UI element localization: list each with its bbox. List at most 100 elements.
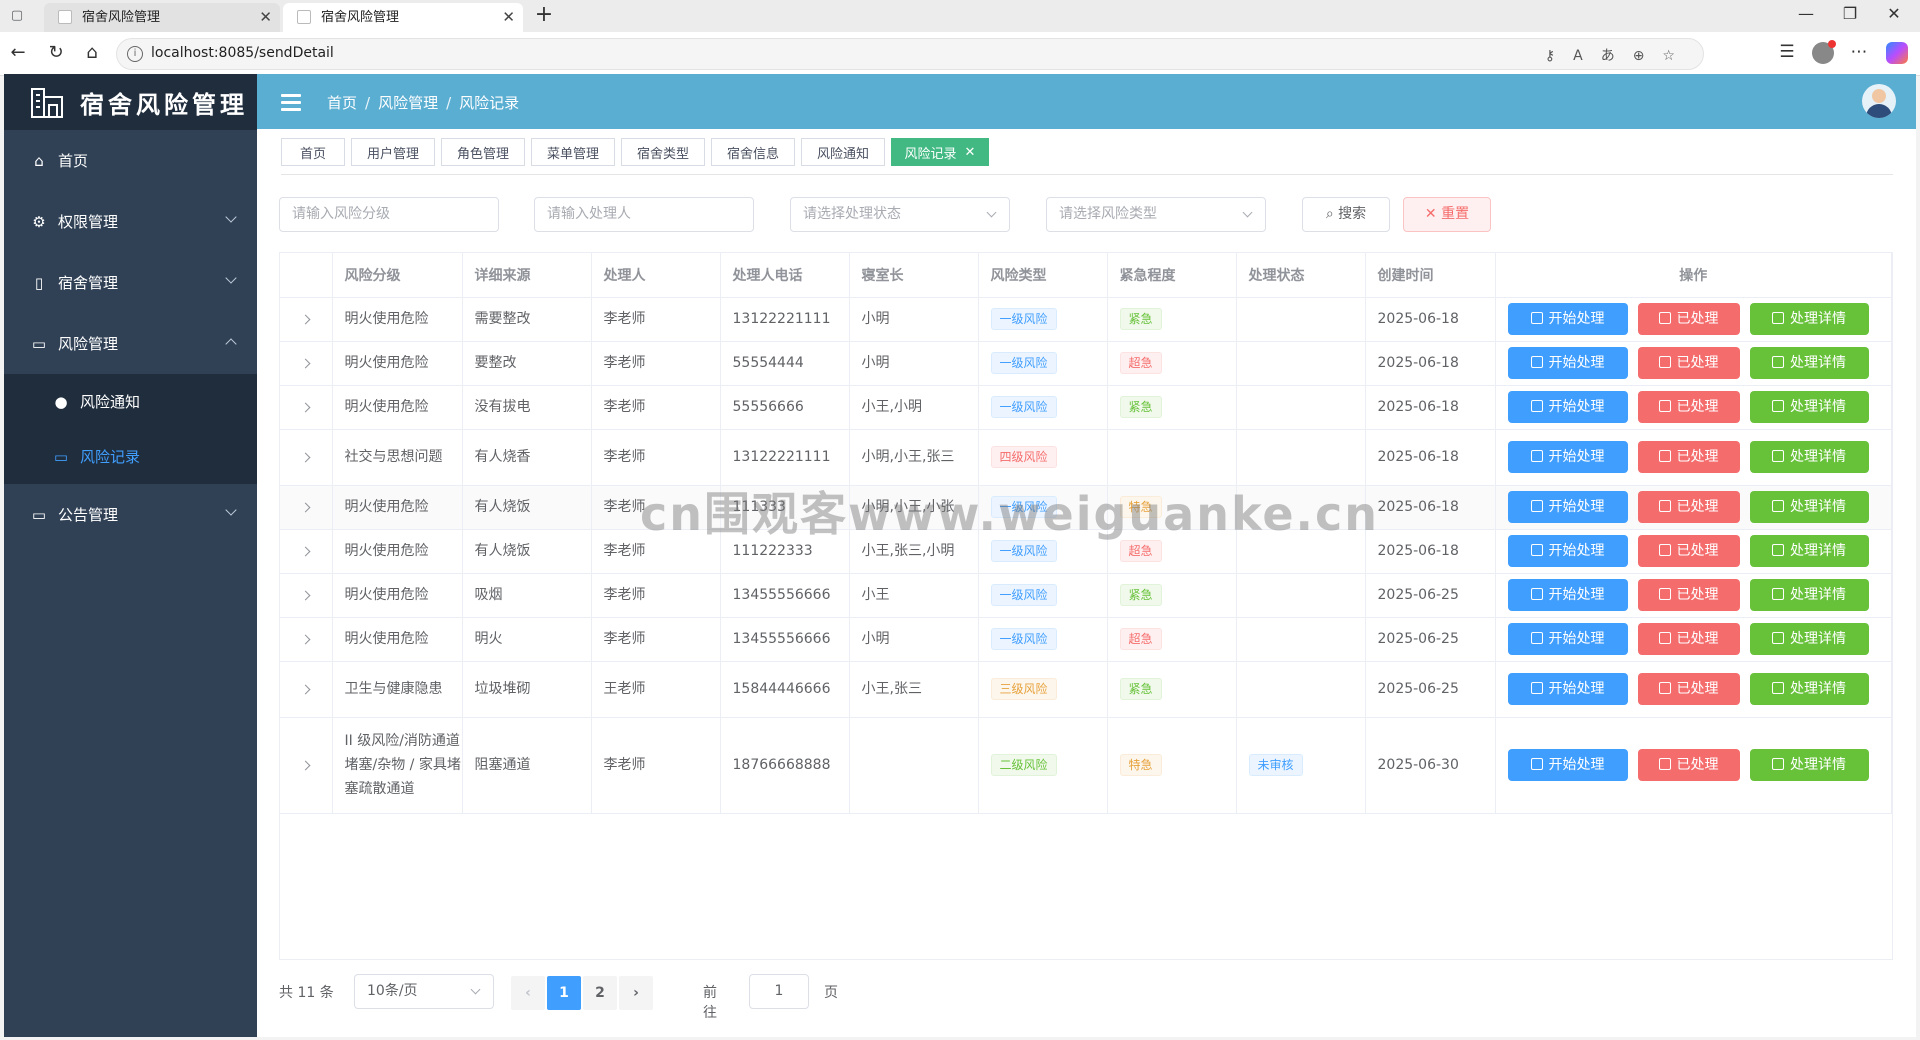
goto-page-input[interactable]: 1: [749, 974, 809, 1009]
tag-user[interactable]: 用户管理: [351, 138, 435, 166]
address-bar-icons[interactable]: ⚷Aあ⊕☆: [1545, 45, 1693, 65]
close-tag-icon[interactable]: ✕: [965, 145, 976, 160]
process-detail-button[interactable]: 处理详情: [1749, 347, 1869, 379]
close-tab-icon[interactable]: ✕: [502, 3, 515, 32]
process-detail-button[interactable]: 处理详情: [1749, 535, 1869, 567]
sidebar-item-home[interactable]: ⌂ 首页: [4, 130, 257, 191]
start-process-button[interactable]: 开始处理: [1507, 303, 1628, 335]
user-avatar[interactable]: [1862, 84, 1896, 118]
home-icon[interactable]: ⌂: [80, 42, 104, 63]
type-select[interactable]: 请选择风险类型: [1046, 197, 1266, 232]
handler-input[interactable]: 请输入处理人: [534, 197, 754, 232]
process-detail-button[interactable]: 处理详情: [1749, 303, 1869, 335]
sidebar-item-announcement[interactable]: ▭ 公告管理: [4, 484, 257, 545]
expand-row-icon[interactable]: [300, 634, 311, 645]
tag-risk-record[interactable]: 风险记录 ✕: [891, 138, 989, 166]
cell-created: 2025-06-18: [1377, 499, 1459, 515]
browser-tab-2[interactable]: 宿舍风险管理 ✕: [283, 3, 523, 32]
new-tab-icon[interactable]: +: [530, 2, 558, 27]
url-field[interactable]: i localhost:8085/sendDetail ⚷Aあ⊕☆: [116, 38, 1704, 70]
expand-row-icon[interactable]: [300, 358, 311, 369]
start-process-button[interactable]: 开始处理: [1507, 347, 1628, 379]
minimize-icon[interactable]: —: [1786, 4, 1826, 23]
start-process-button[interactable]: 开始处理: [1507, 749, 1628, 781]
process-detail-button[interactable]: 处理详情: [1749, 491, 1869, 523]
expand-row-icon[interactable]: [300, 760, 311, 771]
expand-row-icon[interactable]: [300, 684, 311, 695]
processed-button[interactable]: 已处理: [1637, 303, 1740, 335]
tag-home[interactable]: 首页: [281, 138, 345, 166]
risk-type-badge: 一级风险: [990, 628, 1057, 650]
next-page-button[interactable]: ›: [619, 976, 653, 1010]
expand-row-icon[interactable]: [300, 452, 311, 463]
restore-icon[interactable]: ❐: [1830, 4, 1870, 23]
reset-button[interactable]: ✕ 重置: [1403, 197, 1491, 232]
site-info-icon[interactable]: i: [127, 46, 143, 62]
tag-risk-notice[interactable]: 风险通知: [801, 138, 885, 166]
processed-button[interactable]: 已处理: [1637, 579, 1740, 611]
column-header: 操作: [1495, 253, 1892, 298]
expand-row-icon[interactable]: [300, 590, 311, 601]
processed-button[interactable]: 已处理: [1637, 347, 1740, 379]
risk-level-input[interactable]: 请输入风险分级: [279, 197, 499, 232]
expand-row-icon[interactable]: [300, 546, 311, 557]
start-process-button[interactable]: 开始处理: [1507, 579, 1628, 611]
favorites-icon[interactable]: ☰: [1774, 42, 1800, 62]
page-size-select[interactable]: 10条/页: [354, 974, 494, 1009]
copilot-icon[interactable]: [1886, 42, 1908, 64]
start-process-button[interactable]: 开始处理: [1507, 391, 1628, 423]
process-detail-button[interactable]: 处理详情: [1749, 749, 1869, 781]
process-detail-button[interactable]: 处理详情: [1749, 441, 1869, 473]
start-process-button[interactable]: 开始处理: [1507, 441, 1628, 473]
expand-row-icon[interactable]: [300, 402, 311, 413]
tag-dorm-info[interactable]: 宿舍信息: [711, 138, 795, 166]
breadcrumb-home[interactable]: 首页: [327, 94, 357, 112]
goto-label: 前往: [703, 985, 717, 1021]
tag-menu[interactable]: 菜单管理: [531, 138, 615, 166]
edit-icon: [1658, 758, 1671, 770]
sidebar-item-risk-notice[interactable]: ● 风险通知: [4, 374, 257, 429]
close-tab-icon[interactable]: ✕: [259, 3, 272, 32]
sidebar-item-risk[interactable]: ▭ 风险管理: [4, 313, 257, 374]
process-detail-button[interactable]: 处理详情: [1749, 623, 1869, 655]
status-select[interactable]: 请选择处理状态: [790, 197, 1010, 232]
address-bar: ← ↻ ⌂ i localhost:8085/sendDetail ⚷Aあ⊕☆ …: [0, 32, 1920, 76]
tag-dorm-type[interactable]: 宿舍类型: [621, 138, 705, 166]
sidebar-item-risk-record[interactable]: ▭ 风险记录: [4, 429, 257, 484]
hamburger-icon[interactable]: [281, 94, 301, 111]
processed-button[interactable]: 已处理: [1637, 535, 1740, 567]
search-button[interactable]: ⌕ 搜索: [1302, 197, 1390, 232]
page-button-1[interactable]: 1: [547, 976, 581, 1010]
process-detail-button[interactable]: 处理详情: [1749, 579, 1869, 611]
start-process-button[interactable]: 开始处理: [1507, 535, 1628, 567]
refresh-icon[interactable]: ↻: [44, 42, 68, 63]
cell-source: 阻塞通道: [474, 757, 531, 773]
back-icon[interactable]: ←: [6, 42, 30, 63]
start-process-button[interactable]: 开始处理: [1507, 491, 1628, 523]
tag-role[interactable]: 角色管理: [441, 138, 525, 166]
expand-row-icon[interactable]: [300, 314, 311, 325]
processed-button[interactable]: 已处理: [1637, 623, 1740, 655]
close-window-icon[interactable]: ✕: [1874, 4, 1914, 23]
browser-tab-1[interactable]: 宿舍风险管理 ✕: [44, 3, 280, 32]
cell-handler: 李老师: [603, 587, 646, 603]
sidebar-item-dorm[interactable]: ▯ 宿舍管理: [4, 252, 257, 313]
start-process-button[interactable]: 开始处理: [1507, 623, 1628, 655]
processed-button[interactable]: 已处理: [1637, 673, 1740, 705]
expand-row-icon[interactable]: [300, 502, 311, 513]
process-detail-button[interactable]: 处理详情: [1749, 673, 1869, 705]
profile-avatar[interactable]: [1812, 40, 1836, 64]
process-detail-button[interactable]: 处理详情: [1749, 391, 1869, 423]
sidebar-item-permissions[interactable]: ⚙ 权限管理: [4, 191, 257, 252]
processed-button[interactable]: 已处理: [1637, 391, 1740, 423]
processed-button[interactable]: 已处理: [1637, 749, 1740, 781]
processed-button[interactable]: 已处理: [1637, 441, 1740, 473]
page-button-2[interactable]: 2: [583, 976, 617, 1010]
gear-icon: ⚙: [32, 212, 46, 231]
breadcrumb-risk[interactable]: 风险管理: [378, 94, 438, 112]
processed-button[interactable]: 已处理: [1637, 491, 1740, 523]
start-process-button[interactable]: 开始处理: [1507, 673, 1628, 705]
more-icon[interactable]: ⋯: [1846, 42, 1872, 62]
prev-page-button[interactable]: ‹: [511, 976, 545, 1010]
window-menu-icon[interactable]: ▢: [8, 7, 26, 25]
